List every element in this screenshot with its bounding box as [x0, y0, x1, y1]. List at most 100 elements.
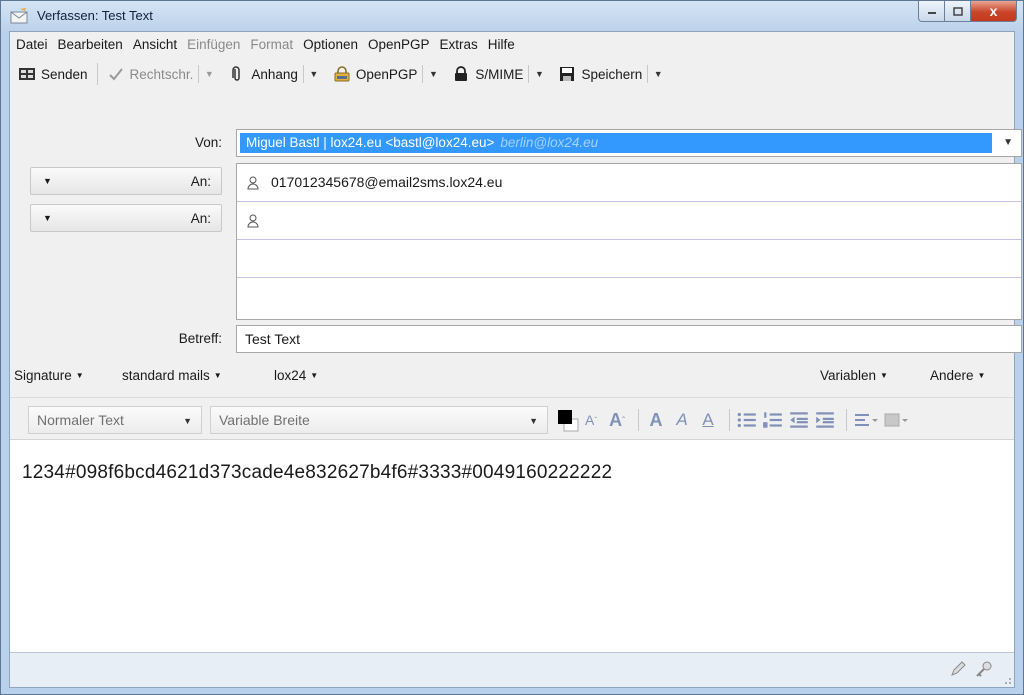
chevron-down-icon: ▼ [880, 371, 888, 380]
chevron-down-icon: ▼ [204, 69, 214, 79]
recipient-address-input[interactable]: 017012345678@email2sms.lox24.eu [271, 174, 502, 190]
spellcheck-label: Rechtschr. [129, 66, 194, 82]
recipient-row[interactable]: 017012345678@email2sms.lox24.eu [237, 164, 1021, 202]
recipient-row[interactable] [237, 202, 1021, 240]
from-alias-text: berlin@lox24.eu [500, 135, 599, 150]
andere-menu[interactable]: Andere ▼ [930, 368, 985, 383]
indent-icon[interactable] [814, 407, 836, 433]
recipient-type-label: An: [190, 174, 211, 189]
dropdown-separator [422, 65, 424, 83]
title-bar[interactable]: Verfassen: Test Text x [1, 1, 1023, 31]
send-icon [19, 68, 35, 80]
font-value: Variable Breite [219, 412, 310, 428]
attach-dropdown[interactable]: ▼ [305, 61, 323, 87]
encryption-key-icon[interactable] [974, 659, 994, 679]
save-button[interactable]: Speichern [554, 61, 646, 87]
minimize-icon [927, 12, 936, 14]
recipient-row-empty[interactable] [237, 240, 1021, 278]
smime-button[interactable]: S/MIME [448, 61, 527, 87]
close-button[interactable]: x [971, 1, 1017, 22]
maximize-button[interactable] [945, 1, 971, 22]
recipient-type-button-1[interactable]: ▼ An: [30, 167, 222, 195]
dropdown-separator [302, 65, 304, 83]
spellcheck-button[interactable]: Rechtschr. [103, 61, 198, 87]
text-color-icon[interactable] [556, 407, 580, 433]
from-select[interactable]: Miguel Bastl | lox24.eu <bastl@lox24.eu>… [236, 129, 1022, 157]
menu-ansicht[interactable]: Ansicht [133, 37, 177, 52]
openpgp-lock-icon [334, 66, 350, 82]
chevron-down-icon: ▼ [75, 371, 84, 380]
variablen-label: Variablen [820, 368, 877, 383]
compose-envelope-icon [10, 8, 28, 24]
dropdown-separator [647, 65, 649, 83]
main-toolbar: Senden Rechtschr. ▼ Anhang ▼ OpenPGP ▼ S… [10, 57, 1014, 91]
from-identity-text: Miguel Bastl | lox24.eu <bastl@lox24.eu> [246, 135, 495, 150]
italic-icon[interactable]: A [671, 407, 693, 433]
signature-label: Signature [14, 368, 72, 383]
paragraph-format-select[interactable]: Normaler Text ▼ [28, 406, 202, 434]
subject-input[interactable]: Test Text [236, 325, 1022, 353]
background-color-icon[interactable] [883, 407, 909, 433]
save-dropdown[interactable]: ▼ [649, 61, 667, 87]
menu-extras[interactable]: Extras [440, 37, 478, 52]
status-bar [10, 652, 1014, 687]
menu-format[interactable]: Format [250, 37, 293, 52]
dropdown-separator [198, 65, 200, 83]
decrease-font-size-icon[interactable]: Aˇ [580, 407, 602, 433]
underline-icon[interactable]: A [697, 407, 719, 433]
menu-hilfe[interactable]: Hilfe [488, 37, 515, 52]
message-body-editor[interactable]: 1234#098f6bcd4621d373cade4e832627b4f6#33… [10, 439, 1014, 652]
window-controls: x [918, 1, 1017, 23]
lox24-menu[interactable]: lox24 ▼ [274, 368, 318, 383]
andere-label: Andere [930, 368, 974, 383]
openpgp-dropdown[interactable]: ▼ [424, 61, 442, 87]
smime-dropdown[interactable]: ▼ [530, 61, 548, 87]
outdent-icon[interactable] [788, 407, 810, 433]
menu-bar: Datei Bearbeiten Ansicht Einfügen Format… [10, 32, 1014, 56]
maximize-icon [952, 6, 963, 16]
menu-optionen[interactable]: Optionen [303, 37, 358, 52]
format-icon-group: Aˇ Aˆ A A A [556, 406, 913, 434]
send-button[interactable]: Senden [14, 61, 92, 87]
chevron-down-icon: ▼ [310, 371, 319, 380]
paperclip-icon [232, 66, 241, 81]
bullet-list-icon[interactable] [736, 407, 758, 433]
chevron-down-icon: ▼ [653, 69, 663, 79]
recipient-type-button-2[interactable]: ▼ An: [30, 204, 222, 232]
client-area: Datei Bearbeiten Ansicht Einfügen Format… [9, 31, 1022, 688]
checkmark-icon [108, 68, 123, 81]
send-label: Senden [41, 66, 88, 82]
save-label: Speichern [581, 66, 643, 82]
menu-datei[interactable]: Datei [16, 37, 48, 52]
spellcheck-dropdown[interactable]: ▼ [200, 61, 218, 87]
signature-pencil-icon[interactable] [948, 659, 968, 679]
attach-button[interactable]: Anhang [224, 61, 302, 87]
bold-icon[interactable]: A [645, 407, 667, 433]
numbered-list-icon[interactable] [762, 407, 784, 433]
chevron-down-icon: ▼ [213, 371, 222, 380]
chevron-down-icon: ▼ [309, 69, 319, 79]
menu-einfuegen[interactable]: Einfügen [187, 37, 240, 52]
signature-bar: Signature ▼ standard mails ▼ lox24 ▼ Variab… [10, 362, 1014, 390]
menu-bearbeiten[interactable]: Bearbeiten [58, 37, 123, 52]
resize-grip-icon[interactable] [1002, 675, 1012, 685]
smime-label: S/MIME [475, 66, 524, 82]
from-selected-identity: Miguel Bastl | lox24.eu <bastl@lox24.eu>… [240, 133, 992, 153]
from-label: Von: [194, 135, 222, 150]
variablen-menu[interactable]: Variablen ▼ [820, 368, 888, 383]
chevron-down-icon: ▼ [183, 416, 192, 426]
increase-font-size-icon[interactable]: Aˆ [606, 407, 628, 433]
align-icon[interactable] [853, 407, 879, 433]
minimize-button[interactable] [918, 1, 945, 22]
openpgp-button[interactable]: OpenPGP [329, 61, 422, 87]
format-separator [846, 409, 847, 431]
floppy-disk-icon [560, 67, 575, 81]
recipient-row-empty[interactable] [237, 278, 1021, 316]
paragraph-format-value: Normaler Text [37, 412, 124, 428]
standard-mails-menu[interactable]: standard mails ▼ [122, 368, 222, 383]
signature-menu[interactable]: Signature ▼ [14, 368, 84, 383]
lox24-label: lox24 [274, 368, 307, 383]
font-select[interactable]: Variable Breite ▼ [210, 406, 548, 434]
menu-openpgp[interactable]: OpenPGP [368, 37, 430, 52]
lock-icon [455, 66, 468, 81]
